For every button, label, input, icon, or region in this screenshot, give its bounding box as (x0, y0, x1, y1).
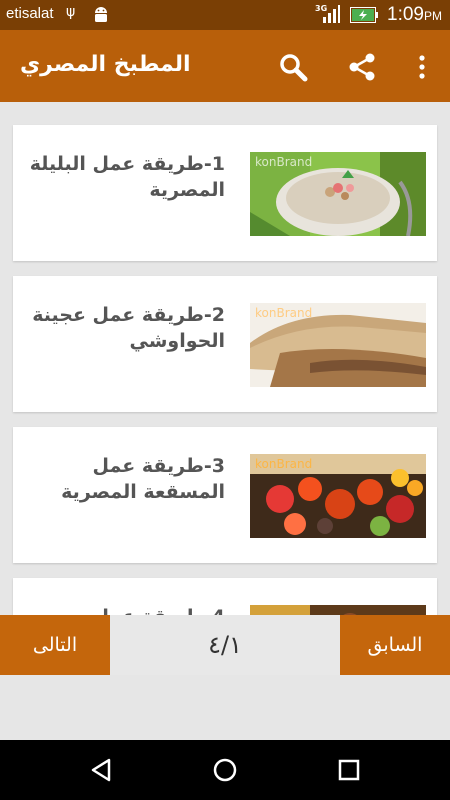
home-icon[interactable] (210, 755, 240, 785)
watermark: konBrand (255, 457, 312, 471)
recipe-card-2[interactable]: 2-طريقة عمل عجينة الحواوشي konBrand (13, 276, 437, 412)
watermark: konBrand (255, 306, 312, 320)
recipe-card-1[interactable]: 1-طريقة عمل البليلة المصرية konBrand (13, 125, 437, 261)
recipe-card-3[interactable]: 3-طريقة عمل المسقعة المصرية konBrand (13, 427, 437, 563)
clock: 1:09PM (387, 4, 442, 26)
app-title: المطبخ المصري (20, 52, 191, 77)
pager: التالى ٤/١ السابق (0, 615, 450, 675)
recipe-title: 2-طريقة عمل عجينة الحواوشي (32, 304, 225, 352)
recipe-image-4 (250, 605, 426, 615)
android-icon (95, 7, 107, 22)
clock-ampm: PM (423, 9, 442, 23)
recipe-image-belila: konBrand (250, 152, 426, 236)
recipe-image-hawawshi: konBrand (250, 303, 426, 387)
share-icon[interactable] (346, 52, 378, 82)
signal-icon (323, 5, 340, 23)
app-bar: المطبخ المصري (0, 30, 450, 102)
recipe-list[interactable]: 1-طريقة عمل البليلة المصرية konBrand 2-ط… (0, 102, 450, 615)
search-icon[interactable] (278, 52, 308, 82)
recipe-title: 3-طريقة عمل المسقعة المصرية (61, 455, 225, 503)
recipe-card-4[interactable]: 4-طريقة عمل (13, 578, 437, 615)
clock-time: 1:09 (387, 4, 424, 25)
recipe-image-mesakaa: konBrand (250, 454, 426, 538)
status-bar: etisalat ψ 3G 1:09PM (0, 0, 450, 30)
overflow-menu-icon[interactable] (413, 52, 431, 82)
usb-icon: ψ (66, 4, 76, 20)
recipe-title: 4-طريقة عمل (25, 604, 225, 615)
navigation-bar (0, 740, 450, 800)
watermark: konBrand (255, 155, 312, 169)
next-button[interactable]: التالى (0, 615, 110, 675)
previous-button[interactable]: السابق (340, 615, 450, 675)
page-indicator: ٤/١ (110, 615, 340, 675)
carrier-name: etisalat (6, 5, 54, 22)
back-icon[interactable] (87, 755, 117, 785)
recipe-title: 1-طريقة عمل البليلة المصرية (29, 153, 225, 201)
recents-icon[interactable] (334, 755, 364, 785)
battery-charging-icon (350, 7, 378, 23)
